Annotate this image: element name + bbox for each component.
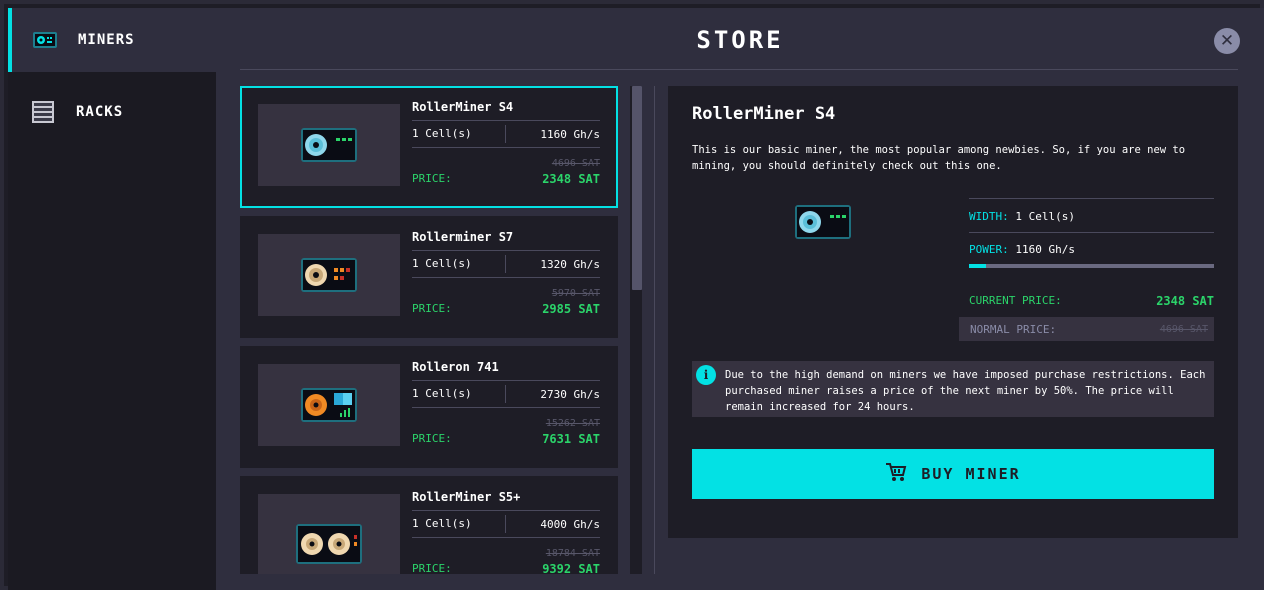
product-cells: 1 Cell(s): [412, 515, 506, 533]
current-price-row: CURRENT PRICE: 2348 SAT: [969, 294, 1214, 308]
detail-description: This is our basic miner, the most popula…: [692, 144, 1186, 172]
panel-divider: [654, 86, 655, 574]
normal-price-value: 4696 SAT: [1159, 323, 1208, 335]
current-price-label: CURRENT PRICE:: [969, 294, 1062, 307]
product-price: 7631 SAT: [542, 432, 600, 446]
close-icon: ✕: [1219, 31, 1235, 51]
product-name: Rolleron 741: [412, 360, 499, 374]
power-value: 1160 Gh/s: [1015, 243, 1075, 256]
product-name: RollerMiner S5+: [412, 490, 521, 504]
page-title: STORE: [696, 26, 784, 54]
product-name: RollerMiner S4: [412, 100, 514, 114]
product-name: Rollerminer S7: [412, 230, 514, 244]
category-sidebar: MINERS RACKS: [8, 8, 216, 590]
spec-divider: [969, 232, 1214, 233]
header-divider: [240, 69, 1238, 70]
product-list: RollerMiner S4 1 Cell(s) 1160 Gh/s 4696 …: [240, 86, 620, 574]
price-label: PRICE:: [412, 562, 452, 574]
product-power: 2730 Gh/s: [540, 387, 600, 401]
product-card-rollerminer-s5plus[interactable]: RollerMiner S5+ 1 Cell(s) 4000 Gh/s 1878…: [240, 476, 618, 574]
product-thumbnail: [258, 494, 400, 574]
product-card-rollerminer-s4[interactable]: RollerMiner S4 1 Cell(s) 1160 Gh/s 4696 …: [240, 86, 618, 208]
product-power: 1320 Gh/s: [540, 257, 600, 271]
power-progress-bar: [969, 264, 1214, 268]
spec-power: POWER: 1160 Gh/s: [969, 243, 1214, 256]
sidebar-item-label: RACKS: [76, 104, 124, 120]
buy-button-label: BUY MINER: [921, 465, 1021, 483]
product-old-price: 4696 SAT: [551, 158, 600, 169]
product-power: 4000 Gh/s: [540, 517, 600, 531]
miner-icon: [32, 29, 58, 51]
detail-product-image: [794, 204, 852, 244]
product-card-rolleron-741[interactable]: Rolleron 741 1 Cell(s) 2730 Gh/s 15262 S…: [240, 346, 618, 468]
product-info: Rollerminer S7 1 Cell(s) 1320 Gh/s 5970 …: [412, 230, 600, 316]
close-button[interactable]: ✕: [1214, 28, 1240, 54]
spec-divider: [969, 198, 1214, 199]
product-price: 9392 SAT: [542, 562, 600, 574]
sidebar-item-miners[interactable]: MINERS: [8, 8, 216, 72]
product-detail-panel: RollerMiner S4 This is our basic miner, …: [668, 86, 1238, 538]
rollerminer-s4-icon: [795, 205, 851, 239]
product-thumbnail: [258, 234, 400, 316]
sidebar-item-racks[interactable]: RACKS: [8, 80, 216, 144]
rollerminer-s7-icon: [301, 258, 357, 292]
store-window: MINERS RACKS STORE ✕ RollerMiner S4 1 Ce…: [0, 0, 1264, 590]
sidebar-item-label: MINERS: [78, 32, 135, 48]
product-power: 1160 Gh/s: [540, 127, 600, 141]
price-label: PRICE:: [412, 432, 452, 445]
width-label: WIDTH:: [969, 210, 1009, 223]
product-cells: 1 Cell(s): [412, 125, 506, 143]
power-progress-fill: [969, 264, 987, 268]
rollerminer-s5plus-icon: [296, 524, 362, 564]
purchase-restriction-notice: i Due to the high demand on miners we ha…: [692, 361, 1214, 417]
product-old-price: 5970 SAT: [551, 288, 600, 299]
spec-width: WIDTH: 1 Cell(s): [969, 210, 1214, 223]
list-scrollbar-thumb[interactable]: [632, 86, 642, 290]
rack-icon: [30, 101, 56, 123]
buy-miner-button[interactable]: BUY MINER: [692, 449, 1214, 499]
product-card-rollerminer-s7[interactable]: Rollerminer S7 1 Cell(s) 1320 Gh/s 5970 …: [240, 216, 618, 338]
product-cells: 1 Cell(s): [412, 385, 506, 403]
cart-icon: [885, 462, 907, 486]
detail-title: RollerMiner S4: [692, 104, 836, 124]
product-price: 2985 SAT: [542, 302, 600, 316]
product-thumbnail: [258, 104, 400, 186]
power-label: POWER:: [969, 243, 1009, 256]
normal-price-label: NORMAL PRICE:: [970, 322, 1057, 336]
product-thumbnail: [258, 364, 400, 446]
product-cells: 1 Cell(s): [412, 255, 506, 273]
store-main-panel: STORE ✕ RollerMiner S4 1 Cell(s) 1160 Gh…: [216, 8, 1264, 590]
rollerminer-s4-icon: [301, 128, 357, 162]
product-old-price: 15262 SAT: [545, 418, 600, 429]
price-label: PRICE:: [412, 302, 452, 315]
product-price: 2348 SAT: [542, 172, 600, 186]
product-info: RollerMiner S4 1 Cell(s) 1160 Gh/s 4696 …: [412, 100, 600, 186]
notice-text: Due to the high demand on miners we have…: [725, 369, 1206, 413]
width-value: 1 Cell(s): [1015, 210, 1075, 223]
info-icon: i: [696, 365, 716, 385]
current-price-value: 2348 SAT: [1156, 294, 1214, 308]
normal-price-row: NORMAL PRICE: 4696 SAT: [959, 317, 1214, 341]
price-label: PRICE:: [412, 172, 452, 185]
product-old-price: 18784 SAT: [545, 548, 600, 559]
product-info: Rolleron 741 1 Cell(s) 2730 Gh/s 15262 S…: [412, 360, 600, 446]
product-info: RollerMiner S5+ 1 Cell(s) 4000 Gh/s 1878…: [412, 490, 600, 574]
rolleron-741-icon: [301, 388, 357, 422]
